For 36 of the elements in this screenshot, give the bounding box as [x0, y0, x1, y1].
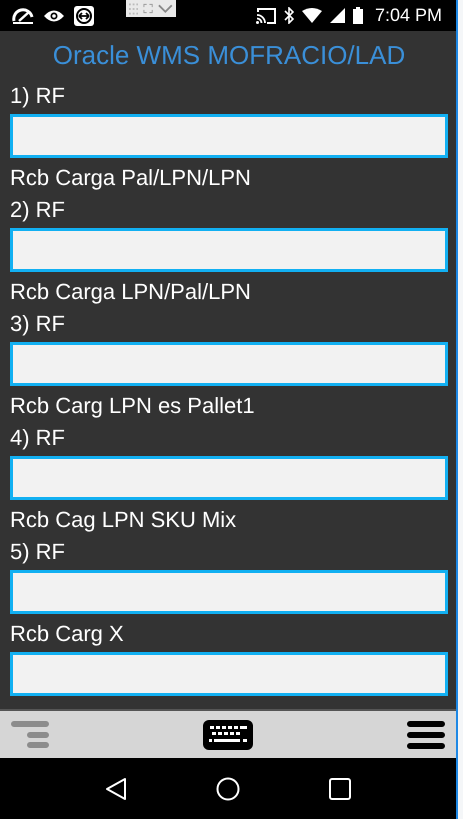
gauge-icon	[12, 6, 34, 24]
field-label: Rcb Cag LPN SKU Mix	[10, 506, 238, 534]
chevron-down-icon[interactable]	[158, 4, 173, 14]
back-icon[interactable]	[104, 776, 127, 800]
field-label: Rcb Carga Pal/LPN/LPN	[10, 164, 252, 192]
app-title: Oracle WMS MOFRACIO/LAD	[52, 39, 406, 72]
grid-icon[interactable]	[129, 2, 138, 14]
expand-icon[interactable]	[143, 3, 154, 14]
cast-icon	[256, 8, 276, 24]
field-label: Rcb Carga LPN/Pal/LPN	[10, 278, 252, 306]
input-field[interactable]	[10, 342, 448, 386]
remote-icon	[74, 6, 94, 26]
menu-icon[interactable]	[406, 720, 446, 750]
field-label: Rcb Carg X	[10, 620, 125, 648]
input-field[interactable]	[10, 570, 448, 614]
field-label: 1) RF	[10, 82, 66, 110]
eye-icon	[43, 8, 65, 22]
input-field[interactable]	[10, 456, 448, 500]
field-label: 4) RF	[10, 424, 66, 452]
field-label: 3) RF	[10, 310, 66, 338]
floating-toolbar[interactable]	[126, 0, 176, 17]
bluetooth-icon	[284, 7, 294, 24]
field-label: 2) RF	[10, 196, 66, 224]
clock-time: 7:04 PM	[374, 5, 442, 26]
recents-icon[interactable]	[329, 778, 352, 800]
field-label: 5) RF	[10, 538, 66, 566]
input-field[interactable]	[10, 652, 448, 696]
keyboard-icon[interactable]	[203, 720, 253, 750]
battery-icon	[352, 7, 363, 24]
indent-list-icon[interactable]	[10, 720, 50, 750]
input-field[interactable]	[10, 114, 448, 158]
home-icon[interactable]	[216, 776, 240, 800]
wifi-icon	[302, 8, 322, 23]
field-label: Rcb Carg LPN es Pallet1	[10, 392, 256, 420]
input-field[interactable]	[10, 228, 448, 272]
signal-icon	[330, 8, 345, 23]
